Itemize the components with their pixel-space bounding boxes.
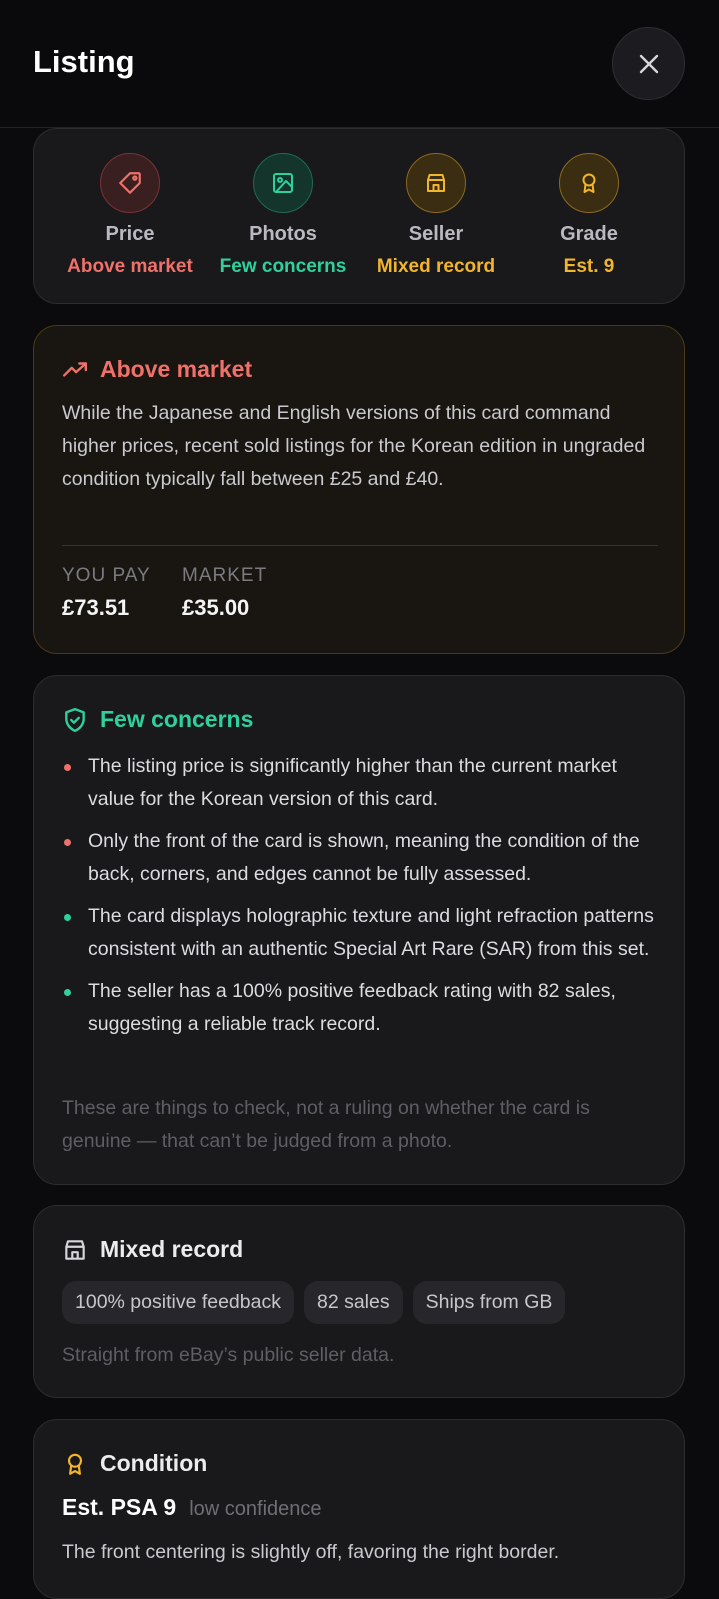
tag-icon	[100, 153, 160, 213]
image-icon	[253, 153, 313, 213]
seller-card: Mixed record 100% positive feedback 82 s…	[33, 1205, 685, 1398]
seller-chips: 100% positive feedback 82 sales Ships fr…	[62, 1281, 566, 1324]
feedback-chip: 100% positive feedback	[62, 1281, 294, 1324]
seller-note: Straight from eBay’s public seller data.	[62, 1344, 395, 1366]
list-item-text: The card displays holographic texture an…	[88, 905, 654, 960]
you-pay-label: YOU PAY	[62, 565, 151, 586]
condition-description: The front centering is slightly off, fav…	[62, 1541, 560, 1563]
award-icon	[67, 1453, 83, 1475]
grade-line: Est. PSA 9 low confidence	[62, 1494, 322, 1521]
concern-list: The listing price is significantly highe…	[62, 750, 662, 1050]
summary-status: Above market	[67, 256, 193, 277]
market-label: MARKET	[182, 565, 268, 586]
store-icon	[65, 1239, 85, 1260]
summary-label: Photos	[249, 223, 317, 245]
market-value: £35.00	[182, 595, 250, 620]
condition-title: Condition	[100, 1450, 208, 1476]
price-title: Above market	[100, 356, 253, 382]
list-item: Only the front of the card is shown, mea…	[62, 825, 662, 891]
price-card: Above market While the Japanese and Engl…	[33, 325, 685, 654]
photos-card: Few concerns The listing price is signif…	[33, 675, 685, 1185]
seller-header: Mixed record	[62, 1236, 243, 1263]
divider	[62, 545, 658, 546]
summary-status: Few concerns	[219, 256, 347, 277]
you-pay: YOU PAY £73.51	[62, 565, 151, 621]
you-pay-value: £73.51	[62, 595, 130, 620]
store-icon	[406, 153, 466, 213]
list-item: The card displays holographic texture an…	[62, 900, 662, 966]
summary-photos[interactable]: Photos Few concerns	[208, 153, 358, 278]
positive-dot	[64, 989, 71, 996]
summary-label: Seller	[408, 223, 464, 245]
summary-card: Price Above market Photos Few concerns S…	[33, 128, 685, 304]
condition-card: Condition Est. PSA 9 low confidence The …	[33, 1419, 685, 1599]
summary-status: Mixed record	[376, 256, 496, 277]
list-item-text: Only the front of the card is shown, mea…	[88, 830, 640, 885]
ships-chip: Ships from GB	[412, 1281, 566, 1324]
negative-dot	[64, 839, 71, 846]
list-item: The listing price is significantly highe…	[62, 750, 662, 816]
shield-check-icon	[65, 707, 85, 732]
positive-dot	[64, 914, 71, 921]
grade-value: Est. PSA 9	[62, 1494, 177, 1520]
photos-header: Few concerns	[62, 706, 253, 733]
sales-chip: 82 sales	[303, 1281, 403, 1324]
photos-note: These are things to check, not a ruling …	[62, 1097, 590, 1152]
list-item: The seller has a 100% positive feedback …	[62, 975, 662, 1041]
summary-status: Est. 9	[563, 256, 615, 277]
condition-header: Condition	[62, 1450, 207, 1477]
page-title: Listing	[33, 44, 135, 79]
close-button[interactable]	[612, 27, 685, 100]
summary-price[interactable]: Price Above market	[55, 153, 205, 278]
price-description: While the Japanese and English versions …	[62, 402, 646, 490]
summary-grade[interactable]: Grade Est. 9	[514, 153, 664, 278]
close-icon	[639, 54, 658, 73]
grade-confidence: low confidence	[189, 1498, 322, 1520]
price-header: Above market	[62, 356, 252, 383]
list-item-text: The seller has a 100% positive feedback …	[88, 980, 616, 1035]
summary-label: Price	[105, 223, 155, 245]
summary-seller[interactable]: Seller Mixed record	[361, 153, 511, 278]
photos-title: Few concerns	[100, 706, 254, 732]
negative-dot	[64, 764, 71, 771]
award-icon	[559, 153, 619, 213]
list-item-text: The listing price is significantly highe…	[88, 755, 617, 810]
summary-label: Grade	[560, 223, 618, 245]
trending-up-icon	[62, 361, 88, 377]
header: Listing	[0, 0, 719, 128]
market: MARKET £35.00	[182, 565, 267, 621]
seller-title: Mixed record	[100, 1236, 244, 1262]
